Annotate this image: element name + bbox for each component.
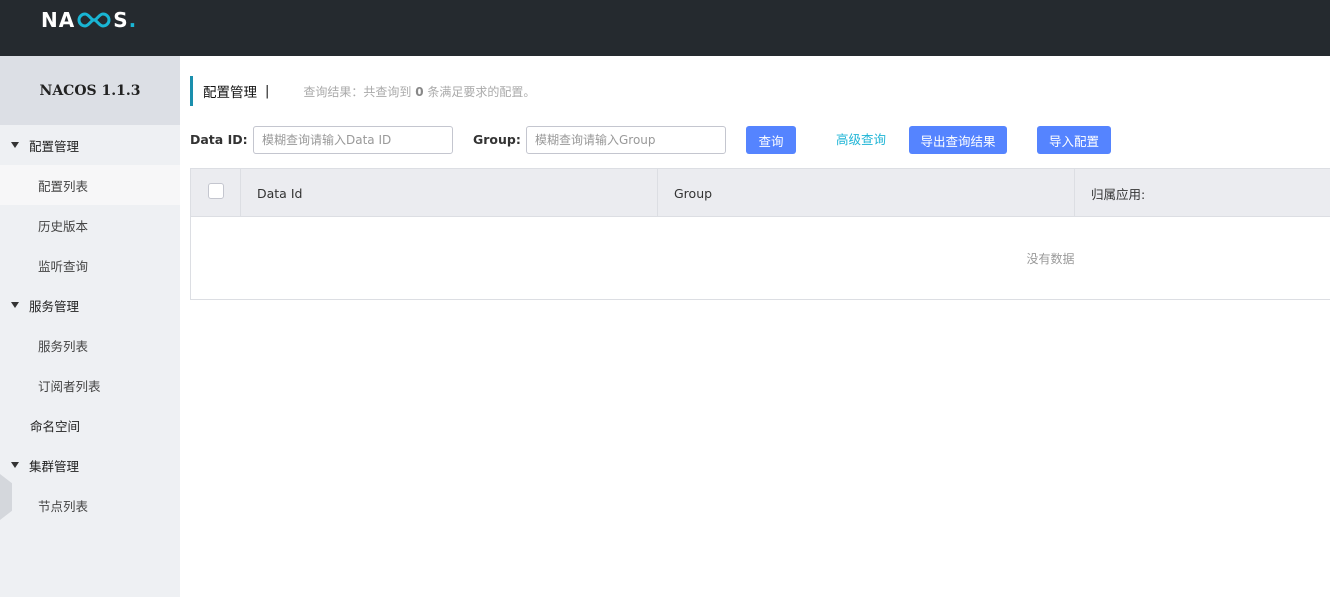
select-all-checkbox[interactable] [207,183,224,199]
sidebar-item-node-list[interactable]: 节点列表 [0,485,180,525]
advanced-query-link[interactable]: 高级查询 [836,126,886,154]
data-id-label: Data ID: [190,132,248,147]
logo-text-suffix: S [113,8,129,32]
page-title-bar: 配置管理 | 查询结果：共查询到 0 条满足要求的配置。 [190,76,535,106]
logo-text-prefix: NA [41,8,76,32]
logo-infinity-icon [77,12,111,28]
title-separator: | [265,83,270,99]
sidebar: NACOS 1.1.3 配置管理 配置列表 历史版本 监听查询 服务管理 服务列… [0,56,180,597]
logo-dot: . [128,8,138,32]
empty-state-text: 没有数据 [1026,251,1075,266]
sidebar-item-service-list[interactable]: 服务列表 [0,325,180,365]
sidebar-item-namespace[interactable]: 命名空间 [0,405,180,445]
export-results-button[interactable]: 导出查询结果 [909,126,1007,154]
caret-down-icon [11,462,19,468]
column-header-app[interactable]: 归属应用: [1075,169,1330,217]
version-label: NACOS 1.1.3 [0,56,180,125]
sidebar-group-label: 集群管理 [29,458,80,474]
caret-down-icon [11,142,19,148]
query-button[interactable]: 查询 [746,126,796,154]
page-title: 配置管理 [203,85,257,101]
import-config-button[interactable]: 导入配置 [1037,126,1111,154]
select-all-cell [191,169,241,217]
query-result-summary: 查询结果：共查询到 0 条满足要求的配置。 [303,83,535,100]
group-label: Group: [473,132,521,147]
result-suffix: 条满足要求的配置。 [427,84,536,99]
nacos-logo[interactable]: NA S . [41,8,137,32]
sidebar-group-config[interactable]: 配置管理 [0,125,180,165]
sidebar-group-label: 服务管理 [29,298,80,314]
result-prefix: 查询结果：共查询到 [303,84,412,99]
sidebar-group-cluster[interactable]: 集群管理 [0,445,180,485]
sidebar-item-config-list[interactable]: 配置列表 [0,165,180,205]
caret-down-icon [11,302,19,308]
sidebar-group-label: 配置管理 [29,138,80,154]
data-id-input[interactable] [253,126,453,154]
sidebar-item-history[interactable]: 历史版本 [0,205,180,245]
config-table: Data Id Group 归属应用: 没有数据 [190,168,1330,300]
column-header-group[interactable]: Group [658,169,1075,217]
sidebar-item-subscriber-list[interactable]: 订阅者列表 [0,365,180,405]
column-header-data-id[interactable]: Data Id [241,169,658,217]
sidebar-group-service[interactable]: 服务管理 [0,285,180,325]
search-form: Data ID: Group: 查询 高级查询 导出查询结果 导入配置 [190,126,1330,154]
result-count: 0 [415,84,424,99]
table-header: Data Id Group 归属应用: [191,169,1330,217]
sidebar-item-listener-query[interactable]: 监听查询 [0,245,180,285]
top-navbar: NA S . [0,0,1330,56]
group-input[interactable] [526,126,726,154]
